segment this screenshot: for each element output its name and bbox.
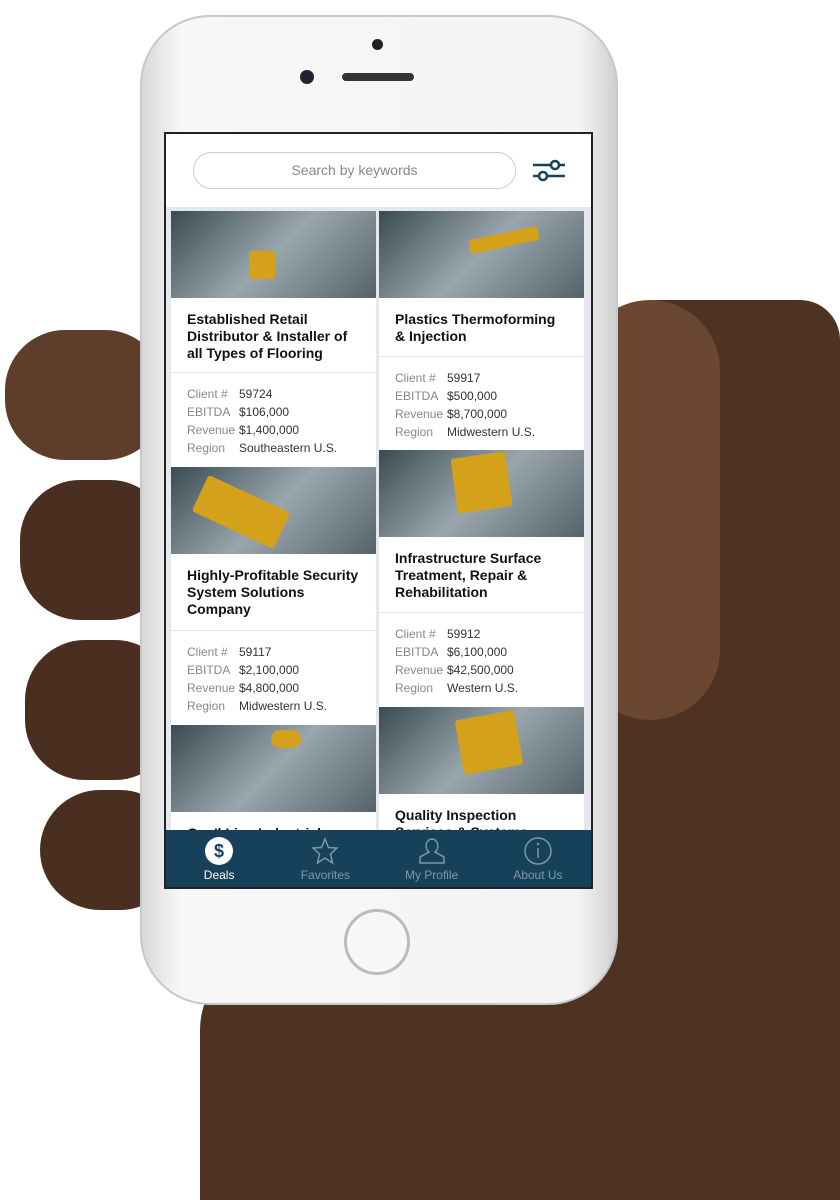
- tab-favorites[interactable]: Favorites: [272, 830, 378, 887]
- tab-about-us[interactable]: About Us: [485, 830, 591, 887]
- tab-deals[interactable]: $ Deals: [166, 830, 272, 887]
- front-camera: [300, 70, 314, 84]
- tab-my-profile[interactable]: My Profile: [379, 830, 485, 887]
- deal-title: Highly-Profitable Security System Soluti…: [171, 554, 376, 631]
- deal-title: Established Retail Distributor & Install…: [171, 298, 376, 373]
- deal-image: [379, 707, 584, 794]
- search-bar: Search by keywords: [166, 134, 591, 207]
- deal-card[interactable]: Established Retail Distributor & Install…: [171, 211, 376, 469]
- deal-image: [171, 725, 376, 812]
- deal-image: [171, 467, 376, 554]
- deal-card[interactable]: Infrastructure Surface Treatment, Repair…: [379, 450, 584, 709]
- tab-bar: $ Deals Favorites My Profile About Us: [166, 830, 591, 887]
- deal-image: [171, 211, 376, 298]
- deal-image: [379, 450, 584, 537]
- deal-details: Client #59917 EBITDA $500,000 Revenue $8,7…: [395, 371, 536, 439]
- search-input[interactable]: Search by keywords: [193, 152, 516, 189]
- deal-card[interactable]: Plastics Thermoforming & Injection Clien…: [379, 211, 584, 453]
- deal-image: [379, 211, 584, 298]
- star-icon: [311, 837, 340, 865]
- deal-details: Client #59724 EBITDA $106,000 Revenue $1,4…: [187, 387, 338, 455]
- speaker: [342, 73, 414, 81]
- filter-icon[interactable]: [531, 156, 567, 184]
- deal-details: Client #59117 EBITDA $2,100,000 Revenue $4…: [187, 645, 328, 713]
- svg-text:$: $: [214, 841, 224, 861]
- sensor: [372, 39, 383, 50]
- user-icon: [418, 838, 445, 864]
- home-button[interactable]: [344, 909, 410, 975]
- deal-title: Infrastructure Surface Treatment, Repair…: [379, 537, 584, 613]
- deal-details: Client #59912 EBITDA $6,100,000 Revenue $4…: [395, 627, 519, 695]
- dollar-icon: $: [205, 837, 234, 865]
- info-icon: [524, 837, 552, 865]
- deal-title: Plastics Thermoforming & Injection: [379, 298, 584, 357]
- app-screen: Search by keywords Established Retail Di…: [164, 132, 593, 889]
- deal-card[interactable]: Highly-Profitable Security System Soluti…: [171, 467, 376, 727]
